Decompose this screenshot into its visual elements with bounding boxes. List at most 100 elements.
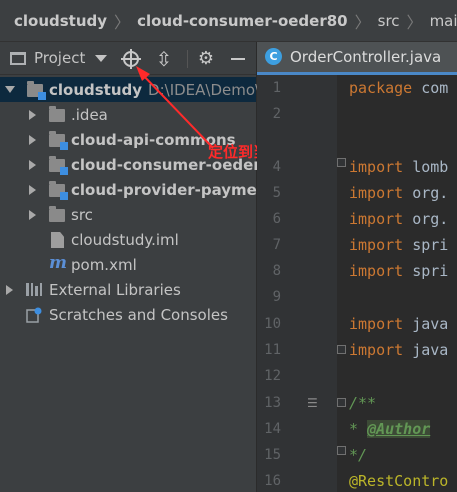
code-comment: * [349,420,368,438]
maven-icon: m [49,253,67,273]
settings-button[interactable]: ⚙ [197,50,215,68]
code-text: org. [403,184,449,202]
tree-item-label: .idea [71,105,108,124]
breadcrumb-main[interactable]: main [430,12,457,30]
code-line: import java [349,341,448,359]
breadcrumb-cloudstudy[interactable]: cloudstudy [14,12,107,30]
line-number-text: 8 [272,263,281,279]
folder-icon [49,106,65,122]
tree-item-scratches[interactable]: Scratches and Consoles [0,302,256,327]
code-comment: */ [349,446,368,464]
locate-file-button[interactable] [121,49,141,69]
collapse-all-icon: ⇳ [155,47,173,71]
libraries-icon [26,283,42,296]
folder-icon [49,206,65,222]
tab-label: OrderController.java [290,47,442,66]
line-number: 10 [257,311,337,337]
code-comment: /** [349,394,377,412]
fold-icon[interactable] [337,398,346,407]
code-text: java [403,341,449,359]
locate-file-icon [121,49,141,69]
tree-item-idea[interactable]: .idea [0,102,256,127]
line-number-text: 14 [264,421,281,437]
code-keyword: import [349,210,404,228]
tree-item-label: Scratches and Consoles [49,305,228,324]
breadcrumb-module[interactable]: cloud-consumer-oeder80 [137,12,348,30]
fold-icon[interactable] [337,158,346,167]
line-number: 6 [257,206,337,232]
line-number: 15 [257,442,346,468]
code-line: import org. [349,210,448,228]
module-folder-icon [27,81,46,100]
java-class-icon: C [265,48,282,65]
code-text: spri [403,236,449,254]
project-view-selector[interactable]: Project [34,49,85,67]
line-number-text: 13 [264,395,281,411]
code-annotation: @RestContro [349,472,449,490]
module-folder-icon [49,181,68,200]
tree-item-src[interactable]: src [0,202,256,227]
tree-item-name: cloudstudy [49,80,143,99]
expand-arrow-icon[interactable] [29,110,36,120]
code-line: @RestContro [349,472,448,490]
line-number: 9 [257,284,337,310]
tree-item-external-libraries[interactable]: External Libraries [0,277,256,302]
line-number: 1 [257,75,337,101]
tree-item-label: cloudstudy D:\IDEA\Demo\c [49,81,268,99]
code-text: com [412,79,449,97]
code-keyword: import [349,262,404,280]
expand-arrow-icon[interactable] [29,135,36,145]
tree-item-cloudstudy[interactable]: cloudstudy D:\IDEA\Demo\c [0,77,268,102]
chevron-down-icon[interactable] [95,54,108,62]
expand-arrow-icon[interactable] [6,285,13,295]
code-line: package com [349,79,448,97]
toolbar-divider [187,50,188,68]
code-doc-tag: @Author [367,420,431,438]
tree-item-label: src [71,205,93,224]
tree-item-path: D:\IDEA\Demo\c [148,80,269,99]
code-keyword: import [349,341,404,359]
hide-panel-button[interactable] [229,50,247,68]
expand-arrow-icon[interactable] [29,185,36,195]
tree-item-pom-xml[interactable]: m pom.xml [0,252,256,277]
collapse-all-button[interactable]: ⇳ [155,47,173,71]
breadcrumb-src[interactable]: src [378,12,400,30]
code-line: import spri [349,236,448,254]
line-number-text: 1 [272,80,281,96]
expand-arrow-icon[interactable] [29,160,36,170]
iml-file-icon [51,232,64,248]
line-number-text: 16 [264,473,281,489]
tree-item-cloud-provider-payment[interactable]: cloud-provider-payment [0,177,275,202]
fold-icon[interactable] [337,345,346,354]
editor-tab-bar: C OrderController.java [257,41,457,75]
code-text: spri [403,262,449,280]
chevron-right-icon: 〉 [406,12,423,32]
documentation-toggle-icon[interactable]: ☰ [307,396,318,410]
fold-icon[interactable] [337,446,346,455]
code-keyword: import [349,158,404,176]
module-folder-icon [49,156,68,175]
scratches-icon [26,307,42,323]
project-tree: cloudstudy D:\IDEA\Demo\c .idea cloud-api… [0,75,282,327]
line-number: 4 [257,154,346,180]
tree-item-cloudstudy-iml[interactable]: cloudstudy.iml [0,227,256,252]
line-number-text: 6 [272,211,281,227]
tree-item-label: External Libraries [49,280,181,299]
expand-arrow-icon[interactable] [29,210,36,220]
expand-arrow-icon[interactable] [5,86,15,93]
code-keyword: import [349,236,404,254]
code-keyword: import [349,315,404,333]
project-panel-header: Project ⇳ ⚙ [0,42,256,75]
code-text: org. [403,210,449,228]
module-folder-icon [49,131,68,150]
breadcrumb: cloudstudy 〉 cloud-consumer-oeder80 〉 sr… [0,0,457,42]
line-number-text: 7 [272,237,281,253]
line-number: 14 [257,416,337,442]
code-line: import java [349,315,448,333]
tree-item-label: cloudstudy.iml [71,230,179,249]
tree-item-label: pom.xml [71,255,137,274]
line-number: 2 [257,101,337,127]
project-panel: Project ⇳ ⚙ cloudstudy D:\IDEA\Demo\c .i… [0,42,282,492]
tab-order-controller[interactable]: C OrderController.java [257,41,457,75]
line-number-text: 15 [264,447,281,463]
